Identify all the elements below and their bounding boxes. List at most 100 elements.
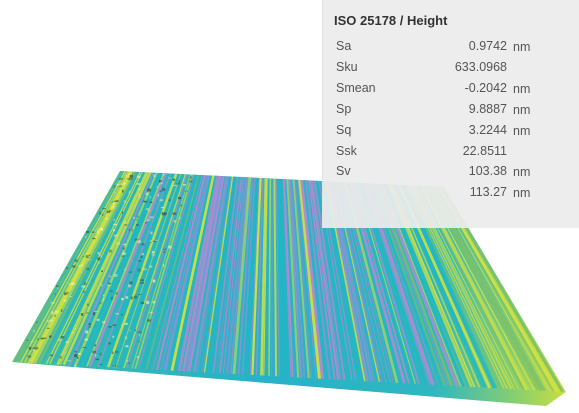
surface-speckle [140, 301, 145, 304]
surface-speckle [152, 300, 156, 304]
surface-speckle [109, 249, 113, 253]
surface-speckle [176, 183, 180, 185]
surface-speckle [64, 292, 67, 296]
surface-speckle [113, 274, 118, 277]
surface-speckle [130, 229, 132, 232]
surface-speckle [94, 311, 98, 312]
surface-speckle [118, 185, 123, 187]
surface-speckle [70, 287, 72, 290]
surface-speckle [112, 229, 115, 232]
surface-speckle [147, 188, 151, 192]
surface-speckle [149, 240, 153, 243]
surface-speckle [65, 341, 69, 343]
parameter-row: 113.27 nm [323, 183, 579, 203]
surface-speckle [97, 257, 101, 261]
surface-speckle [147, 210, 151, 212]
surface-speckle [171, 185, 173, 188]
surface-speckle [51, 311, 54, 315]
surface-speckle [95, 354, 97, 357]
surface-speckle [58, 339, 61, 341]
surface-speckle [183, 184, 186, 186]
surface-speckle [125, 345, 129, 348]
surface-speckle [113, 200, 118, 202]
surface-speckle [113, 364, 115, 368]
surface-speckle [32, 329, 35, 333]
surface-speckle [146, 218, 151, 222]
surface-speckle [136, 224, 139, 226]
surface-speckle [161, 211, 164, 215]
surface-speckle [27, 355, 32, 358]
surface-speckle [151, 251, 155, 254]
surface-speckle [120, 314, 123, 316]
surface-speckle [108, 342, 111, 345]
surface-speckle [108, 275, 112, 277]
surface-speckle [113, 219, 116, 221]
surface-speckle [108, 282, 111, 285]
surface-speckle [129, 177, 133, 181]
surface-speckle [124, 221, 126, 224]
surface-speckle [78, 265, 82, 268]
surface-speckle [138, 193, 140, 197]
surface-speckle [137, 215, 139, 218]
surface-speckle [126, 359, 128, 363]
surface-speckle [64, 352, 66, 355]
surface-speckle [85, 236, 87, 238]
surface-speckle [116, 242, 120, 245]
surface-speckle [162, 173, 165, 176]
parameter-row: Ssk 22.8511 [323, 142, 579, 162]
surface-speckle [178, 180, 180, 183]
parameter-row: Smean -0.2042 nm [323, 79, 579, 99]
surface-speckle [139, 172, 141, 174]
surface-speckle [149, 216, 154, 219]
surface-speckle [99, 302, 102, 305]
surface-speckle [113, 234, 118, 237]
surface-speckle [128, 190, 130, 194]
surface-speckle [160, 207, 164, 208]
parameter-value: 103.38 [468, 164, 507, 179]
surface-speckle [110, 290, 113, 292]
surface-speckle [74, 259, 79, 262]
parameter-value: 633.0968 [454, 59, 507, 74]
surface-speckle [128, 284, 131, 288]
surface-speckle [153, 174, 156, 178]
surface-speckle [184, 190, 188, 192]
surface-speckle [67, 360, 72, 362]
surface-speckle [125, 296, 129, 299]
surface-speckle [99, 228, 103, 231]
surface-speckle [134, 329, 136, 332]
surface-speckle [35, 346, 39, 350]
surface-speckle [124, 336, 128, 340]
surface-speckle [163, 251, 166, 254]
surface-speckle [46, 327, 50, 329]
surface-speckle [127, 362, 130, 364]
surface-speckle [133, 216, 135, 219]
surface-speckle [115, 350, 119, 354]
surface-speckle [129, 174, 134, 178]
surface-speckle [101, 284, 103, 287]
surface-speckle [86, 231, 90, 233]
surface-speckle [118, 177, 123, 180]
surface-speckle [168, 199, 171, 202]
surface-speckle [105, 218, 109, 220]
surface-speckle [69, 296, 72, 298]
surface-speckle [113, 185, 115, 188]
surface-speckle [86, 312, 89, 314]
surface-speckle [93, 312, 95, 316]
parameter-unit: nm [513, 186, 531, 201]
surface-speckle [74, 351, 78, 353]
parameter-value: 113.27 [469, 185, 507, 200]
surface-speckle [189, 176, 192, 179]
surface-speckle [189, 180, 193, 183]
surface-speckle [37, 338, 39, 341]
surface-speckle [74, 364, 77, 368]
surface-speckle [112, 351, 114, 355]
surface-speckle [110, 296, 114, 300]
surface-speckle [26, 339, 29, 341]
surface-speckle [85, 330, 88, 334]
surface-speckle [143, 268, 147, 271]
surface-speckle [96, 230, 100, 234]
surface-speckle [98, 262, 101, 264]
parameter-name: Sa [336, 39, 352, 53]
surface-speckle [140, 256, 143, 258]
surface-speckle [71, 282, 75, 285]
